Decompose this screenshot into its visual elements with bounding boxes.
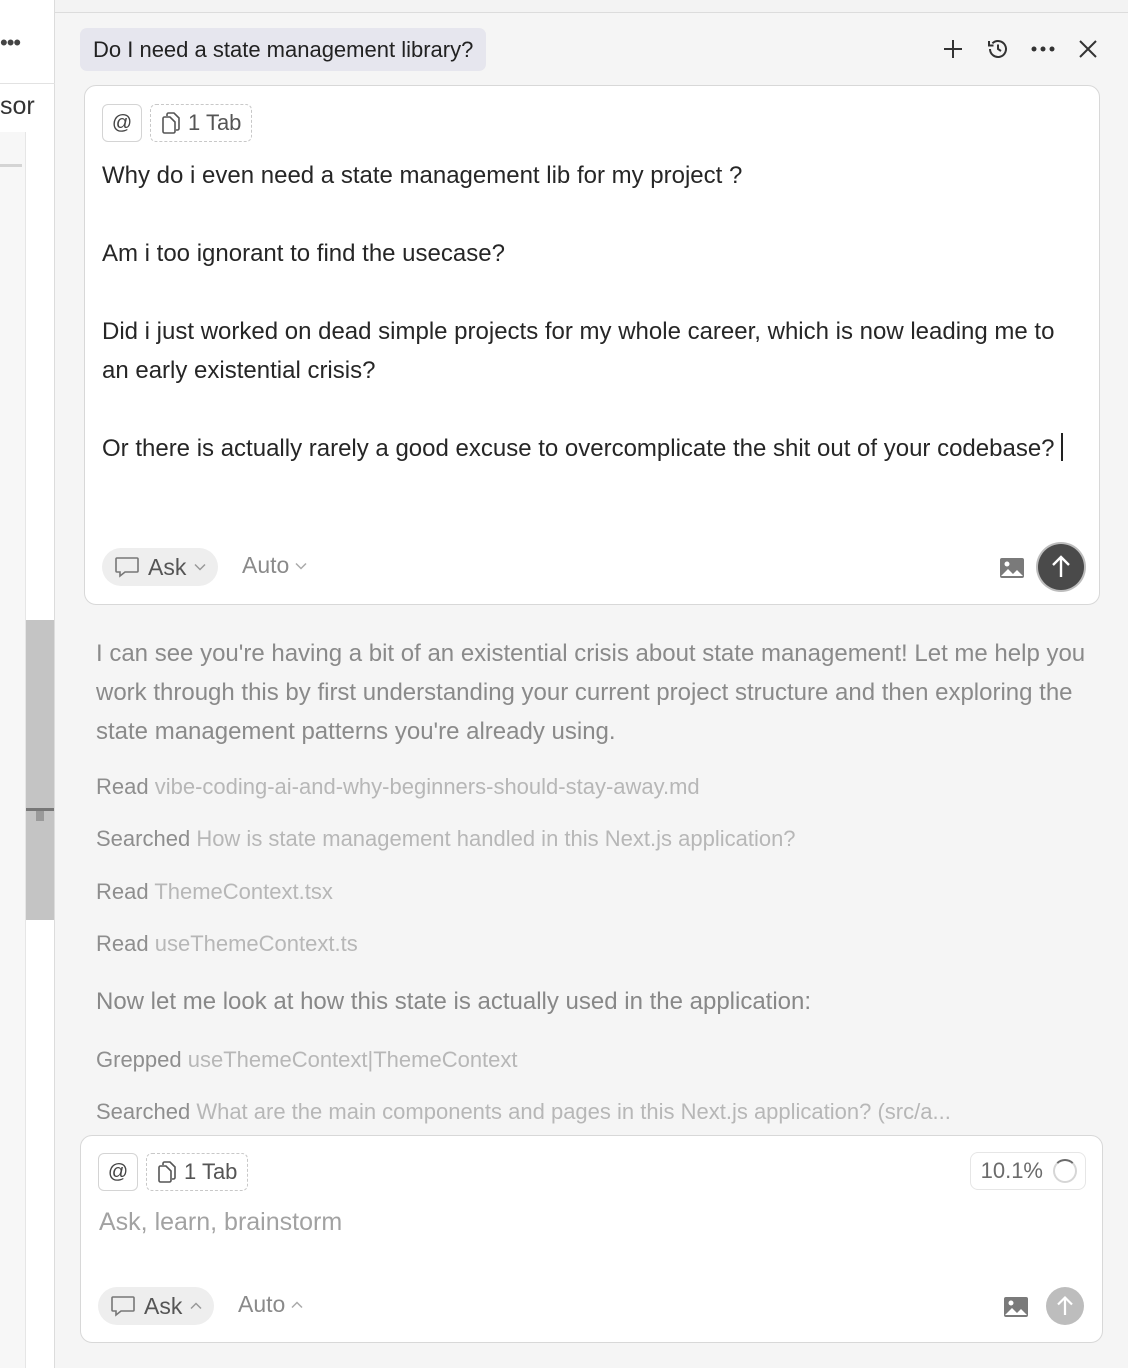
model-label: Auto: [238, 1291, 286, 1317]
image-attach-icon[interactable]: [1003, 1296, 1029, 1318]
message-line: Why do i even need a state management li…: [102, 162, 743, 189]
mention-button[interactable]: @: [102, 104, 142, 142]
tool-call-row[interactable]: Grepped useThemeContext|ThemeContext: [96, 1047, 1086, 1073]
message-line: Did i just worked on dead simple project…: [102, 318, 1062, 384]
close-button[interactable]: [1075, 32, 1100, 66]
text-cursor: [1060, 433, 1063, 461]
tool-call-row[interactable]: Read useThemeContext.ts: [96, 931, 1086, 957]
progress-ring-icon: [1053, 1159, 1077, 1183]
more-icon: [1031, 46, 1054, 52]
mode-selector[interactable]: Ask: [102, 548, 219, 586]
close-icon: [1078, 40, 1097, 58]
mode-label: Ask: [148, 553, 187, 580]
tool-call-verb: Read: [96, 774, 149, 799]
mode-selector[interactable]: Ask: [98, 1287, 215, 1325]
chat-title-tab[interactable]: Do I need a state management library?: [80, 28, 487, 71]
context-tab-chip[interactable]: 1 Tab: [150, 104, 253, 142]
tool-call-verb: Read: [96, 931, 149, 956]
message-edit-composer[interactable]: @ 1 Tab Why do i even need a state manag…: [84, 85, 1100, 605]
arrow-up-icon: [1057, 1295, 1073, 1315]
tool-call-verb: Read: [96, 879, 149, 904]
new-chat-button[interactable]: [940, 32, 965, 66]
tool-call-row[interactable]: Searched How is state management handled…: [96, 826, 1086, 852]
send-button[interactable]: [1038, 544, 1084, 590]
tool-call-verb: Grepped: [96, 1047, 182, 1072]
tool-call-target[interactable]: ThemeContext.tsx: [154, 879, 333, 904]
history-icon: [987, 40, 1007, 58]
message-input[interactable]: Why do i even need a state management li…: [102, 156, 1082, 468]
tool-call-verb: Searched: [96, 1099, 191, 1124]
header-actions: [940, 32, 1100, 66]
image-attach-icon[interactable]: [999, 557, 1025, 579]
tool-call-target[interactable]: useThemeContext.ts: [155, 931, 358, 956]
tool-call-target[interactable]: vibe-coding-ai-and-why-beginners-should-…: [155, 774, 700, 799]
model-label: Auto: [242, 552, 290, 578]
chat-input[interactable]: Ask, learn, brainstorm: [99, 1208, 342, 1237]
file-copy-icon: [162, 112, 180, 134]
model-selector[interactable]: Auto: [238, 1291, 303, 1318]
usage-percent: 10.1%: [980, 1158, 1043, 1183]
context-tab-label: 1 Tab: [188, 110, 242, 135]
tool-call-row[interactable]: Read vibe-coding-ai-and-why-beginners-sh…: [96, 774, 1086, 800]
editor-side-panel: ••• sor: [0, 0, 55, 1368]
plus-icon: [943, 40, 962, 58]
chevron-up-icon: [190, 1302, 202, 1310]
scrollbar-marker-tick: [36, 811, 44, 821]
message-line: Or there is actually rarely a good excus…: [102, 435, 1055, 462]
tool-call-row[interactable]: Read ThemeContext.tsx: [96, 879, 1086, 905]
mode-label: Ask: [144, 1292, 183, 1319]
tool-call-target[interactable]: What are the main components and pages i…: [196, 1099, 951, 1124]
send-button[interactable]: [1046, 1287, 1084, 1325]
chevron-down-icon: [295, 562, 307, 570]
window-top-edge: [55, 0, 1128, 13]
editor-content: [0, 132, 26, 1368]
file-copy-icon: [158, 1161, 176, 1183]
chat-bubble-icon: [111, 1296, 135, 1317]
chevron-up-icon: [291, 1300, 303, 1308]
context-usage-indicator[interactable]: 10.1%: [969, 1152, 1086, 1190]
mention-button[interactable]: @: [98, 1153, 138, 1191]
assistant-message: I can see you're having a bit of an exis…: [96, 640, 1086, 745]
chat-bubble-icon: [115, 557, 139, 578]
chat-composer[interactable]: @ 1 Tab 10.1% Ask, learn, brainstorm Ask…: [80, 1135, 1103, 1343]
context-tab-chip[interactable]: 1 Tab: [146, 1153, 249, 1191]
tool-call-verb: Searched: [96, 826, 191, 851]
editor-scrollbar[interactable]: [26, 620, 54, 920]
tool-call-target[interactable]: How is state management handled in this …: [196, 826, 795, 851]
editor-menu-icon[interactable]: •••: [0, 30, 21, 56]
history-button[interactable]: [985, 32, 1010, 66]
chevron-down-icon: [194, 563, 206, 571]
more-options-button[interactable]: [1030, 32, 1055, 66]
context-tab-label: 1 Tab: [184, 1159, 238, 1184]
assistant-message: Now let me look at how this state is act…: [96, 988, 812, 1015]
tool-call-row[interactable]: Searched What are the main components an…: [96, 1099, 1086, 1125]
model-selector[interactable]: Auto: [242, 552, 307, 579]
editor-tab-label[interactable]: sor: [0, 92, 35, 121]
message-line: Am i too ignorant to find the usecase?: [102, 240, 505, 267]
editor-line: [0, 164, 22, 167]
tool-call-target[interactable]: useThemeContext|ThemeContext: [188, 1047, 518, 1072]
arrow-up-icon: [1052, 555, 1070, 577]
